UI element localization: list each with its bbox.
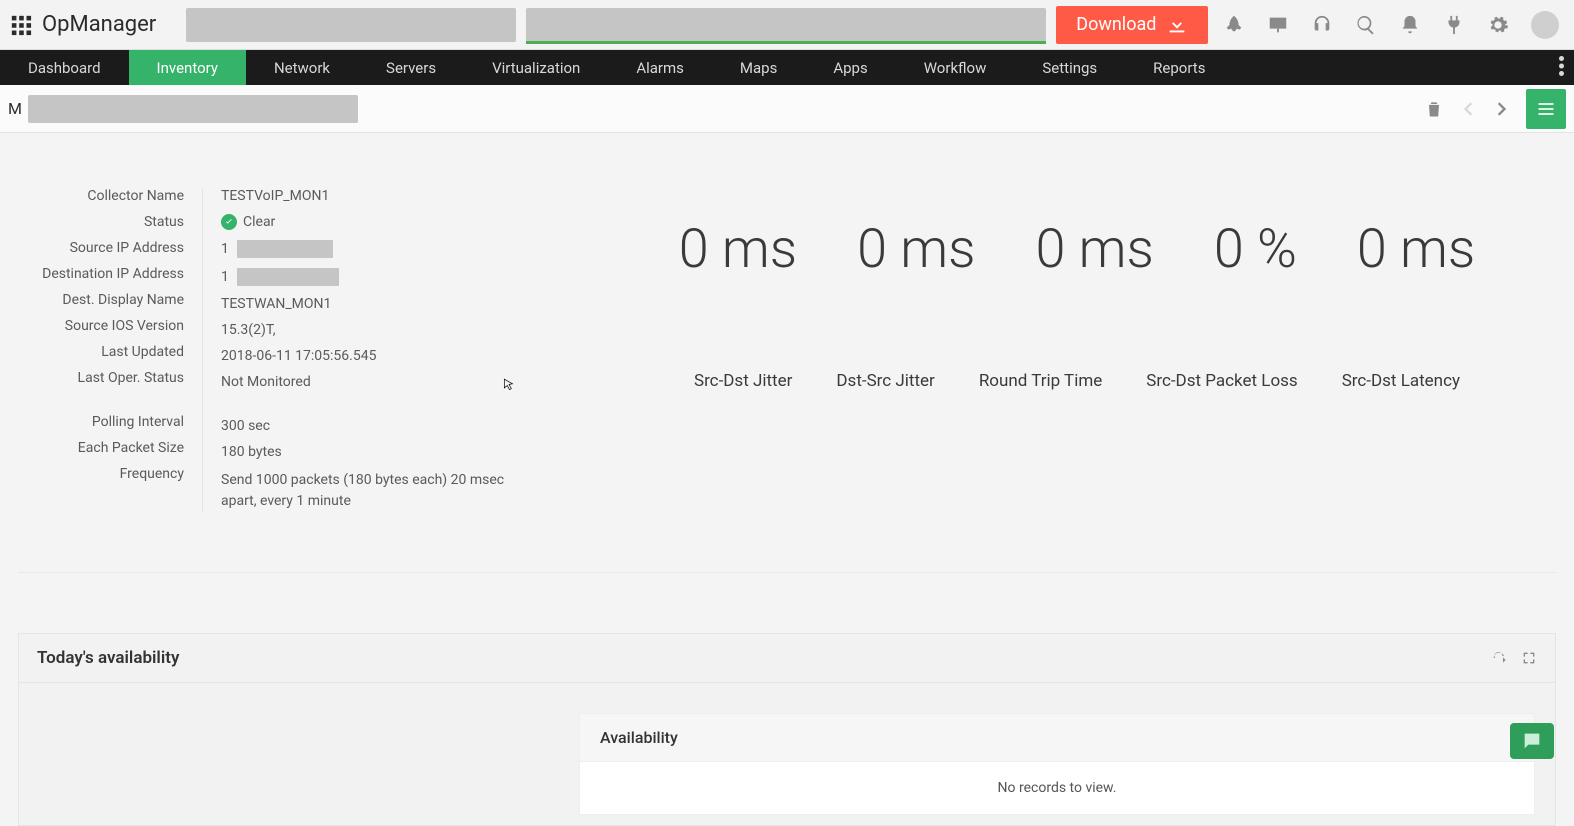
metric-val-0: 0 ms	[679, 218, 797, 281]
status-check-icon	[221, 214, 237, 230]
sub-header-prefix: M	[8, 99, 22, 118]
metric-val-2: 0 ms	[1035, 218, 1153, 281]
dst-ip-prefix: 1	[221, 269, 229, 285]
search-icon[interactable]	[1355, 14, 1377, 36]
availability-card: Today's availability Availability No rec…	[18, 633, 1556, 826]
metric-val-1: 0 ms	[857, 218, 975, 281]
masked-dst-ip	[237, 268, 339, 286]
sub-header: M	[0, 85, 1574, 133]
metric-val-4: 0 ms	[1357, 218, 1475, 281]
nav-maps[interactable]: Maps	[712, 50, 805, 85]
availability-table: Availability No records to view.	[579, 713, 1535, 815]
availability-card-title: Today's availability	[37, 648, 179, 668]
metric-labels-row: Src-Dst Jitter Dst-Src Jitter Round Trip…	[694, 371, 1460, 391]
nav-apps[interactable]: Apps	[805, 50, 895, 85]
bell-icon[interactable]	[1399, 14, 1421, 36]
lbl-packet-size: Each Packet Size	[18, 440, 184, 456]
availability-left	[39, 713, 579, 815]
top-icon-tray	[1223, 11, 1559, 39]
src-ip-prefix: 1	[221, 241, 229, 257]
lbl-status: Status	[18, 214, 184, 230]
panel-menu-button[interactable]	[1526, 89, 1566, 129]
masked-title	[28, 95, 358, 123]
chevron-right-icon[interactable]	[1492, 99, 1512, 119]
nav-alarms[interactable]: Alarms	[608, 50, 712, 85]
val-src-ip: 1	[221, 240, 558, 258]
val-ios-ver: 15.3(2)T,	[221, 322, 558, 338]
metric-lbl-1: Dst-Src Jitter	[836, 371, 934, 391]
top-bar: OpManager Download	[0, 0, 1574, 50]
lbl-dst-ip: Destination IP Address	[18, 266, 184, 282]
banner-highlight	[526, 8, 1046, 42]
rocket-icon[interactable]	[1223, 14, 1245, 36]
apps-grid-icon[interactable]	[10, 14, 32, 36]
headset-icon[interactable]	[1311, 14, 1333, 36]
nav-settings[interactable]: Settings	[1014, 50, 1125, 85]
section-divider	[18, 572, 1556, 573]
metrics-panel: 0 ms 0 ms 0 ms 0 % 0 ms Src-Dst Jitter D…	[598, 188, 1556, 512]
val-dest-name: TESTWAN_MON1	[221, 296, 558, 312]
lbl-src-ip: Source IP Address	[18, 240, 184, 256]
metric-lbl-4: Src-Dst Latency	[1342, 371, 1460, 391]
nav-network[interactable]: Network	[246, 50, 358, 85]
download-icon	[1166, 14, 1188, 36]
nav-workflow[interactable]: Workflow	[896, 50, 1015, 85]
refresh-icon[interactable]	[1491, 650, 1507, 666]
lbl-collector: Collector Name	[18, 188, 184, 204]
presentation-icon[interactable]	[1267, 14, 1289, 36]
val-packet-size: 180 bytes	[221, 444, 558, 460]
plug-icon[interactable]	[1443, 14, 1465, 36]
val-status-text: Clear	[243, 214, 275, 230]
val-frequency: Send 1000 packets (180 bytes each) 20 ms…	[221, 470, 521, 512]
details-labels: Collector Name Status Source IP Address …	[18, 188, 203, 512]
availability-table-title: Availability	[580, 714, 1534, 762]
val-polling: 300 sec	[221, 418, 558, 434]
chat-float-button[interactable]	[1510, 723, 1554, 759]
availability-body: Availability No records to view.	[19, 683, 1555, 825]
val-dst-ip: 1	[221, 268, 558, 286]
expand-icon[interactable]	[1521, 650, 1537, 666]
metric-val-3: 0 %	[1214, 218, 1297, 281]
nav-reports[interactable]: Reports	[1125, 50, 1233, 85]
metric-lbl-2: Round Trip Time	[979, 371, 1102, 391]
download-label: Download	[1076, 14, 1156, 35]
user-avatar[interactable]	[1531, 11, 1559, 39]
val-last-updated: 2018-06-11 17:05:56.545	[221, 348, 558, 364]
availability-card-tools	[1491, 650, 1537, 666]
brand-title: OpManager	[42, 12, 156, 37]
nav-more-icon[interactable]	[1549, 56, 1574, 80]
val-status: Clear	[221, 214, 558, 230]
availability-no-records: No records to view.	[580, 762, 1534, 814]
lbl-dest-name: Dest. Display Name	[18, 292, 184, 308]
lbl-frequency: Frequency	[18, 466, 184, 482]
lbl-oper-status: Last Oper. Status	[18, 370, 184, 386]
details-panel: Collector Name Status Source IP Address …	[18, 188, 558, 512]
download-button[interactable]: Download	[1056, 6, 1208, 44]
masked-block-1	[186, 8, 516, 42]
gear-icon[interactable]	[1487, 14, 1509, 36]
masked-src-ip	[237, 240, 333, 258]
main-nav: Dashboard Inventory Network Servers Virt…	[0, 50, 1574, 85]
lbl-ios-ver: Source IOS Version	[18, 318, 184, 334]
chevron-left-icon[interactable]	[1458, 99, 1478, 119]
sub-header-actions	[1424, 89, 1566, 129]
metric-lbl-0: Src-Dst Jitter	[694, 371, 792, 391]
val-collector: TESTVoIP_MON1	[221, 188, 558, 204]
availability-card-header: Today's availability	[19, 634, 1555, 683]
metric-lbl-3: Src-Dst Packet Loss	[1146, 371, 1297, 391]
lbl-polling: Polling Interval	[18, 414, 184, 430]
nav-inventory[interactable]: Inventory	[129, 50, 246, 85]
val-oper-status: Not Monitored	[221, 374, 558, 390]
content-area: Collector Name Status Source IP Address …	[0, 133, 1574, 532]
nav-servers[interactable]: Servers	[358, 50, 464, 85]
nav-virtualization[interactable]: Virtualization	[464, 50, 608, 85]
details-values: TESTVoIP_MON1 Clear 1 1 TESTWAN_MON1 15.…	[203, 188, 558, 512]
metric-values-row: 0 ms 0 ms 0 ms 0 % 0 ms	[679, 218, 1476, 281]
lbl-last-updated: Last Updated	[18, 344, 184, 360]
masked-block-2	[526, 8, 1046, 42]
trash-icon[interactable]	[1424, 99, 1444, 119]
nav-dashboard[interactable]: Dashboard	[0, 50, 129, 85]
